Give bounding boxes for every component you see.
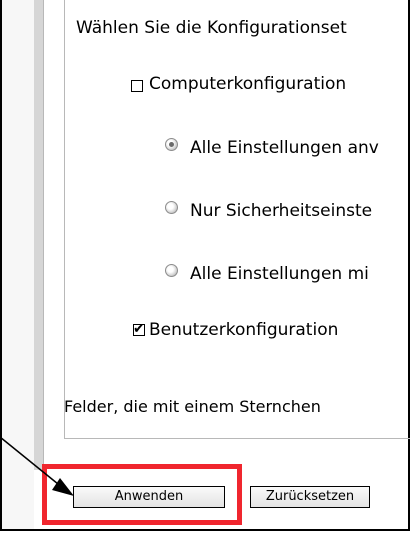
pointer-arrow-icon xyxy=(0,436,74,496)
